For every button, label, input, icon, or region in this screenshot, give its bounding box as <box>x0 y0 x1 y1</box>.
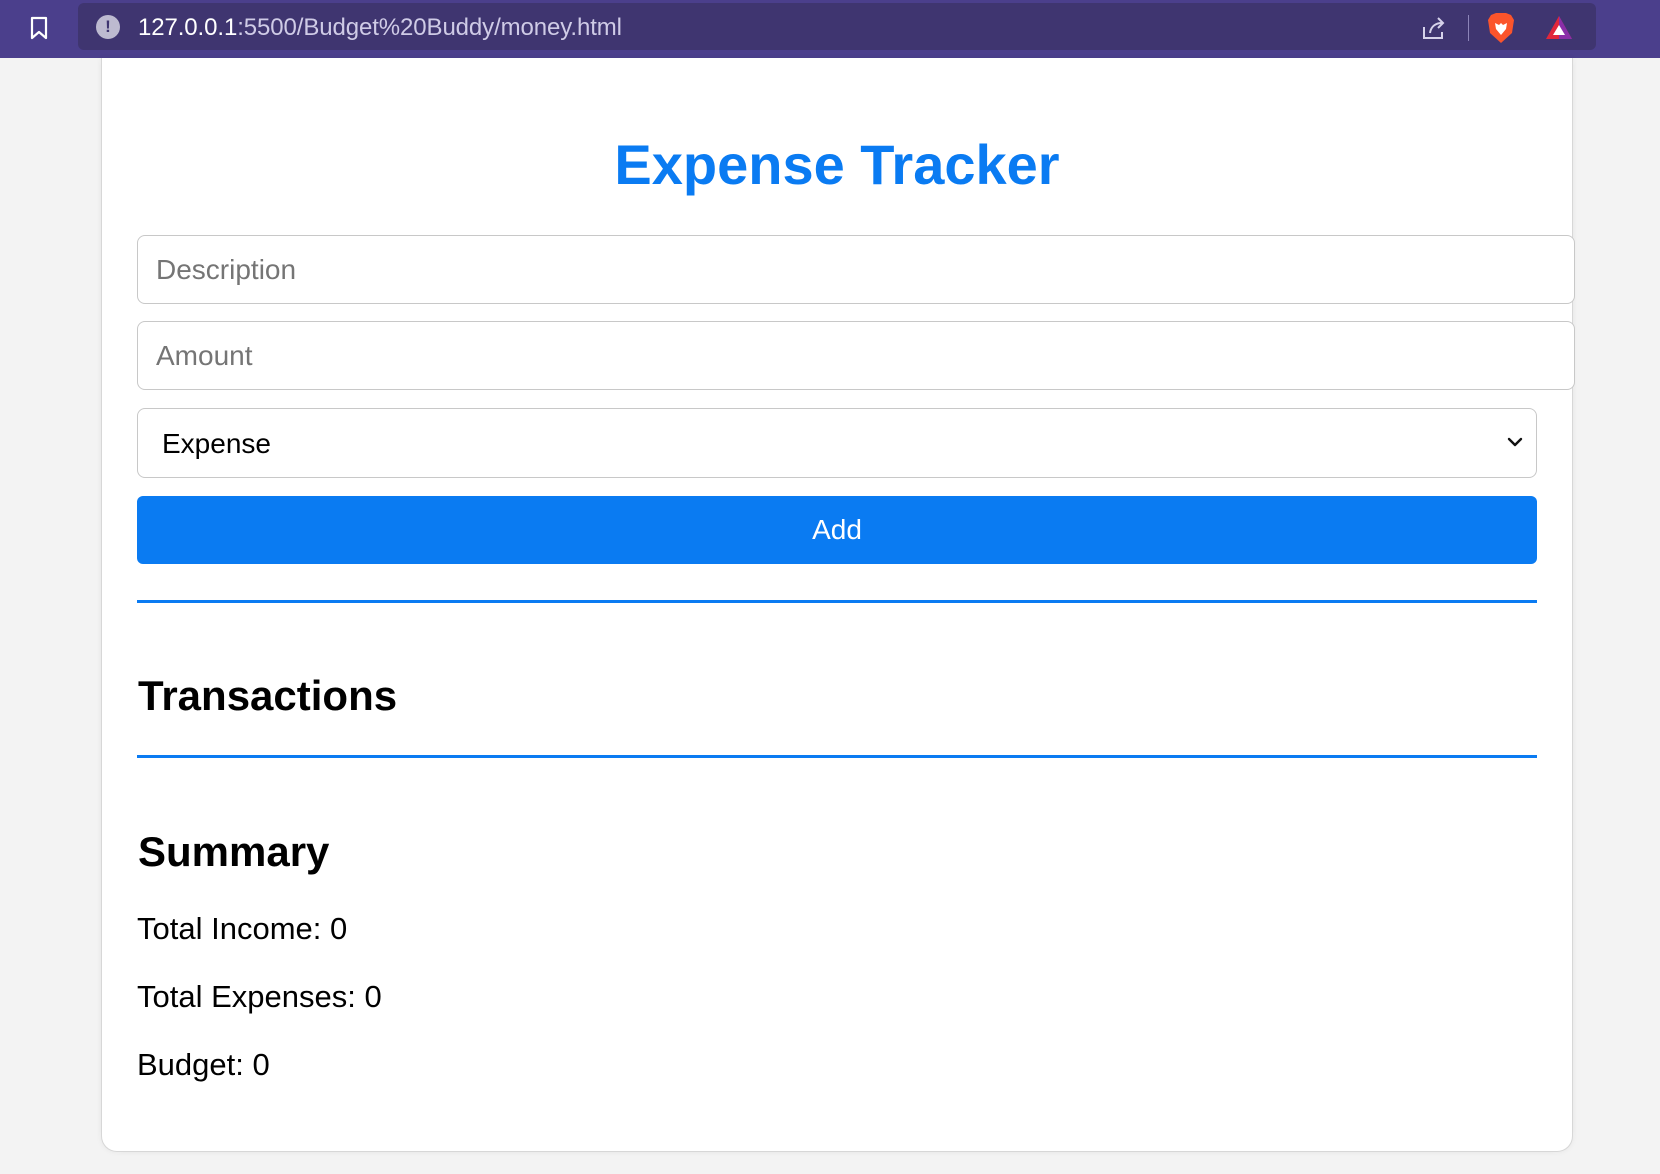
rewards-triangle-icon[interactable] <box>1544 13 1574 43</box>
summary-heading: Summary <box>138 828 330 875</box>
budget: Budget: 0 <box>137 1047 270 1082</box>
transactions-heading: Transactions <box>138 672 398 719</box>
share-icon[interactable] <box>1418 13 1448 43</box>
add-button[interactable]: Add <box>137 496 1537 564</box>
divider <box>137 600 1537 603</box>
info-icon[interactable]: ! <box>96 15 120 39</box>
brave-lion-icon[interactable] <box>1486 11 1516 45</box>
page-title: Expense Tracker <box>614 133 1060 196</box>
amount-input[interactable] <box>137 321 1575 390</box>
url-host: 127.0.0.1 <box>138 14 238 41</box>
chevron-down-icon <box>1507 437 1523 447</box>
total-expenses: Total Expenses: 0 <box>137 979 382 1014</box>
toolbar-separator <box>1468 15 1469 41</box>
url-path: :5500/Budget%20Buddy/money.html <box>237 14 622 41</box>
expense-tracker-container: Expense Tracker Expense Add Transactions… <box>101 58 1575 1152</box>
total-income: Total Income: 0 <box>137 911 348 946</box>
browser-toolbar: ! 127.0.0.1:5500/Budget%20Buddy/money.ht… <box>0 0 1660 58</box>
bookmark-icon[interactable] <box>26 14 52 42</box>
address-bar[interactable]: ! 127.0.0.1:5500/Budget%20Buddy/money.ht… <box>78 3 1596 50</box>
url-text[interactable]: 127.0.0.1:5500/Budget%20Buddy/money.html <box>138 14 622 42</box>
transaction-type-select[interactable]: Expense <box>137 408 1537 478</box>
description-input[interactable] <box>137 235 1575 304</box>
select-value: Expense <box>162 428 271 459</box>
divider <box>137 755 1537 758</box>
